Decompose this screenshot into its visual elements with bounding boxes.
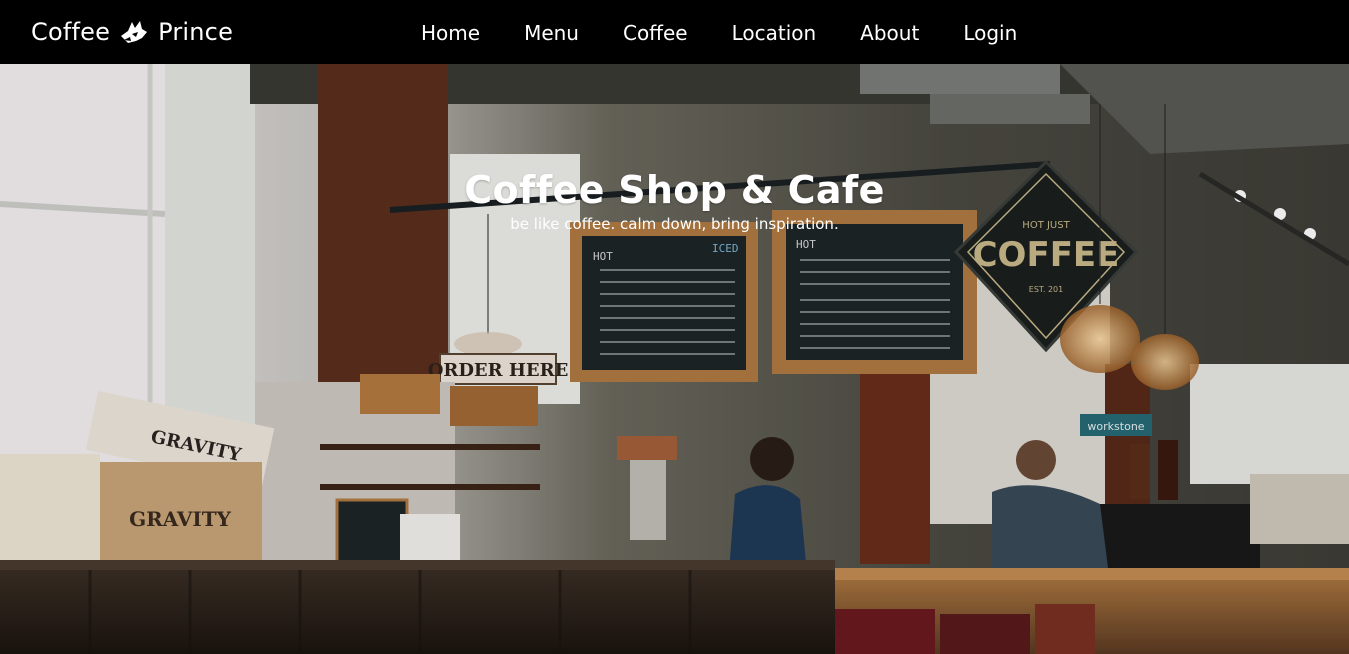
nav-menu[interactable]: Menu <box>524 18 579 48</box>
brand-name-left: Coffee <box>31 18 111 46</box>
nav-login[interactable]: Login <box>963 18 1017 48</box>
brand-name-right: Prince <box>158 18 234 46</box>
cafe-interior-photo: HOT ICED HOT HOT JUST COFFEE EST. 201 OR… <box>0 64 1349 654</box>
navbar: Coffee Prince Home Menu Coffee Location … <box>0 0 1349 64</box>
nav-about[interactable]: About <box>860 18 919 48</box>
hero-subtitle: be like coffee. calm down, bring inspira… <box>510 215 839 233</box>
nav-home[interactable]: Home <box>421 18 480 48</box>
nav-location[interactable]: Location <box>732 18 817 48</box>
fox-logo-icon <box>121 21 148 43</box>
hero-banner: HOT ICED HOT HOT JUST COFFEE EST. 201 OR… <box>0 64 1349 654</box>
hero-title: Coffee Shop & Cafe <box>464 168 885 212</box>
brand[interactable]: Coffee Prince <box>31 14 233 50</box>
main-nav: Home Menu Coffee Location About Login <box>421 18 1017 48</box>
nav-coffee[interactable]: Coffee <box>623 18 688 48</box>
